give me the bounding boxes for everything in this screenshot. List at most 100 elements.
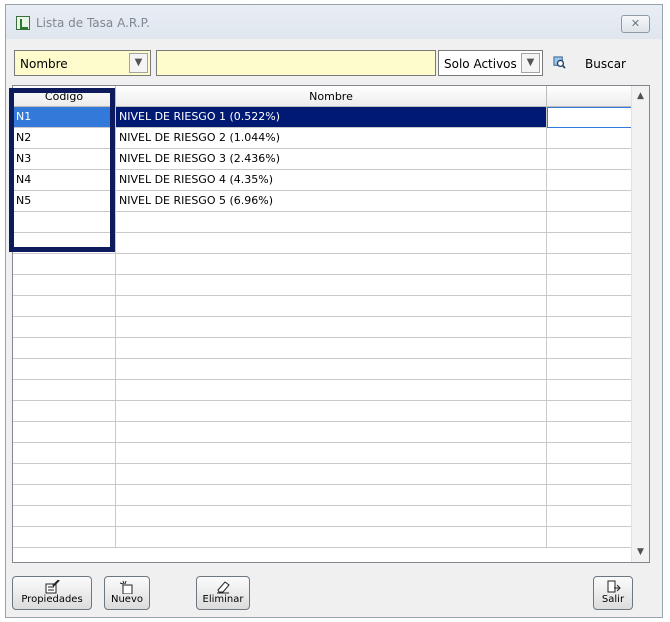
cell-codigo[interactable] [13,338,116,359]
cell-nombre[interactable] [116,527,547,548]
cell-codigo[interactable]: N2 [13,128,116,149]
cell-nombre[interactable]: NIVEL DE RIESGO 5 (6.96%) [116,191,547,212]
table-row[interactable] [13,422,633,443]
cell-nombre[interactable] [116,464,547,485]
cell-codigo[interactable] [13,359,116,380]
properties-button[interactable]: Propiedades [12,576,92,610]
cell-codigo[interactable] [13,380,116,401]
table-row[interactable] [13,275,633,296]
cell-nombre[interactable] [116,506,547,527]
cell-extra[interactable] [547,212,633,233]
search-button[interactable]: Buscar [549,53,631,75]
column-header-nombre[interactable]: Nombre [116,86,547,107]
table-row[interactable] [13,464,633,485]
cell-codigo[interactable] [13,317,116,338]
vertical-scrollbar[interactable]: ▲ ▼ [631,86,649,562]
cell-nombre[interactable] [116,233,547,254]
close-button[interactable]: ✕ [621,15,650,33]
table-row[interactable] [13,254,633,275]
cell-extra[interactable] [547,380,633,401]
cell-extra[interactable] [547,359,633,380]
cell-extra[interactable] [547,464,633,485]
cell-nombre[interactable] [116,443,547,464]
cell-nombre[interactable] [116,254,547,275]
table-row[interactable]: N2 NIVEL DE RIESGO 2 (1.044%) [13,128,633,149]
column-header-extra[interactable] [547,86,633,107]
cell-extra[interactable] [547,275,633,296]
cell-codigo[interactable] [13,212,116,233]
cell-nombre[interactable]: NIVEL DE RIESGO 3 (2.436%) [116,149,547,170]
chevron-down-icon[interactable]: ▼ [129,53,148,73]
cell-codigo[interactable]: N4 [13,170,116,191]
table-row[interactable] [13,296,633,317]
cell-codigo[interactable] [13,401,116,422]
cell-nombre[interactable] [116,401,547,422]
cell-codigo[interactable] [13,422,116,443]
cell-nombre[interactable]: NIVEL DE RIESGO 2 (1.044%) [116,128,547,149]
table-row[interactable] [13,317,633,338]
cell-nombre[interactable] [116,275,547,296]
table-row[interactable] [13,212,633,233]
cell-codigo[interactable] [13,464,116,485]
cell-codigo[interactable]: N5 [13,191,116,212]
cell-nombre[interactable] [116,380,547,401]
cell-codigo[interactable]: N1 [13,107,116,128]
cell-extra[interactable] [547,233,633,254]
cell-nombre[interactable]: NIVEL DE RIESGO 1 (0.522%) [116,107,547,128]
chevron-down-icon[interactable]: ▼ [521,53,540,73]
cell-nombre[interactable] [116,317,547,338]
cell-extra[interactable] [547,338,633,359]
table-row[interactable] [13,338,633,359]
cell-codigo[interactable] [13,296,116,317]
field-selector-combo[interactable]: Nombre ▼ [14,50,151,76]
cell-extra[interactable] [547,296,633,317]
cell-codigo[interactable] [13,275,116,296]
cell-codigo[interactable] [13,443,116,464]
cell-nombre[interactable]: NIVEL DE RIESGO 4 (4.35%) [116,170,547,191]
cell-codigo[interactable] [13,527,116,548]
delete-button[interactable]: Eliminar [196,576,250,610]
cell-codigo[interactable] [13,254,116,275]
cell-extra[interactable] [547,170,633,191]
cell-codigo[interactable] [13,233,116,254]
scroll-up-icon[interactable]: ▲ [632,88,649,105]
table-row[interactable]: N4 NIVEL DE RIESGO 4 (4.35%) [13,170,633,191]
cell-extra[interactable] [547,149,633,170]
cell-extra[interactable] [547,485,633,506]
new-button[interactable]: Nuevo [104,576,150,610]
cell-extra[interactable] [547,506,633,527]
cell-extra[interactable] [547,422,633,443]
table-row[interactable] [13,380,633,401]
cell-extra[interactable] [547,128,633,149]
table-row[interactable] [13,527,633,548]
table-row[interactable] [13,506,633,527]
cell-extra[interactable] [547,401,633,422]
cell-nombre[interactable] [116,338,547,359]
cell-codigo[interactable]: N3 [13,149,116,170]
exit-button[interactable]: Salir [593,576,633,610]
table-row[interactable]: N1 NIVEL DE RIESGO 1 (0.522%) [13,107,633,128]
cell-nombre[interactable] [116,296,547,317]
rates-table[interactable]: Código Nombre N1 NIVEL DE RIESGO 1 (0.522… [12,85,650,563]
cell-extra[interactable] [547,254,633,275]
cell-extra[interactable] [547,107,633,128]
column-header-codigo[interactable]: Código [13,86,116,107]
cell-nombre[interactable] [116,359,547,380]
cell-extra[interactable] [547,191,633,212]
cell-nombre[interactable] [116,212,547,233]
cell-extra[interactable] [547,443,633,464]
table-row[interactable] [13,485,633,506]
table-row[interactable] [13,401,633,422]
cell-extra[interactable] [547,527,633,548]
cell-nombre[interactable] [116,485,547,506]
table-row[interactable]: N5 NIVEL DE RIESGO 5 (6.96%) [13,191,633,212]
cell-nombre[interactable] [116,422,547,443]
cell-codigo[interactable] [13,506,116,527]
table-row[interactable] [13,359,633,380]
table-row[interactable] [13,233,633,254]
cell-codigo[interactable] [13,485,116,506]
cell-extra[interactable] [547,317,633,338]
search-input[interactable] [156,50,436,76]
table-row[interactable] [13,443,633,464]
status-filter-combo[interactable]: Solo Activos ▼ [438,50,543,76]
